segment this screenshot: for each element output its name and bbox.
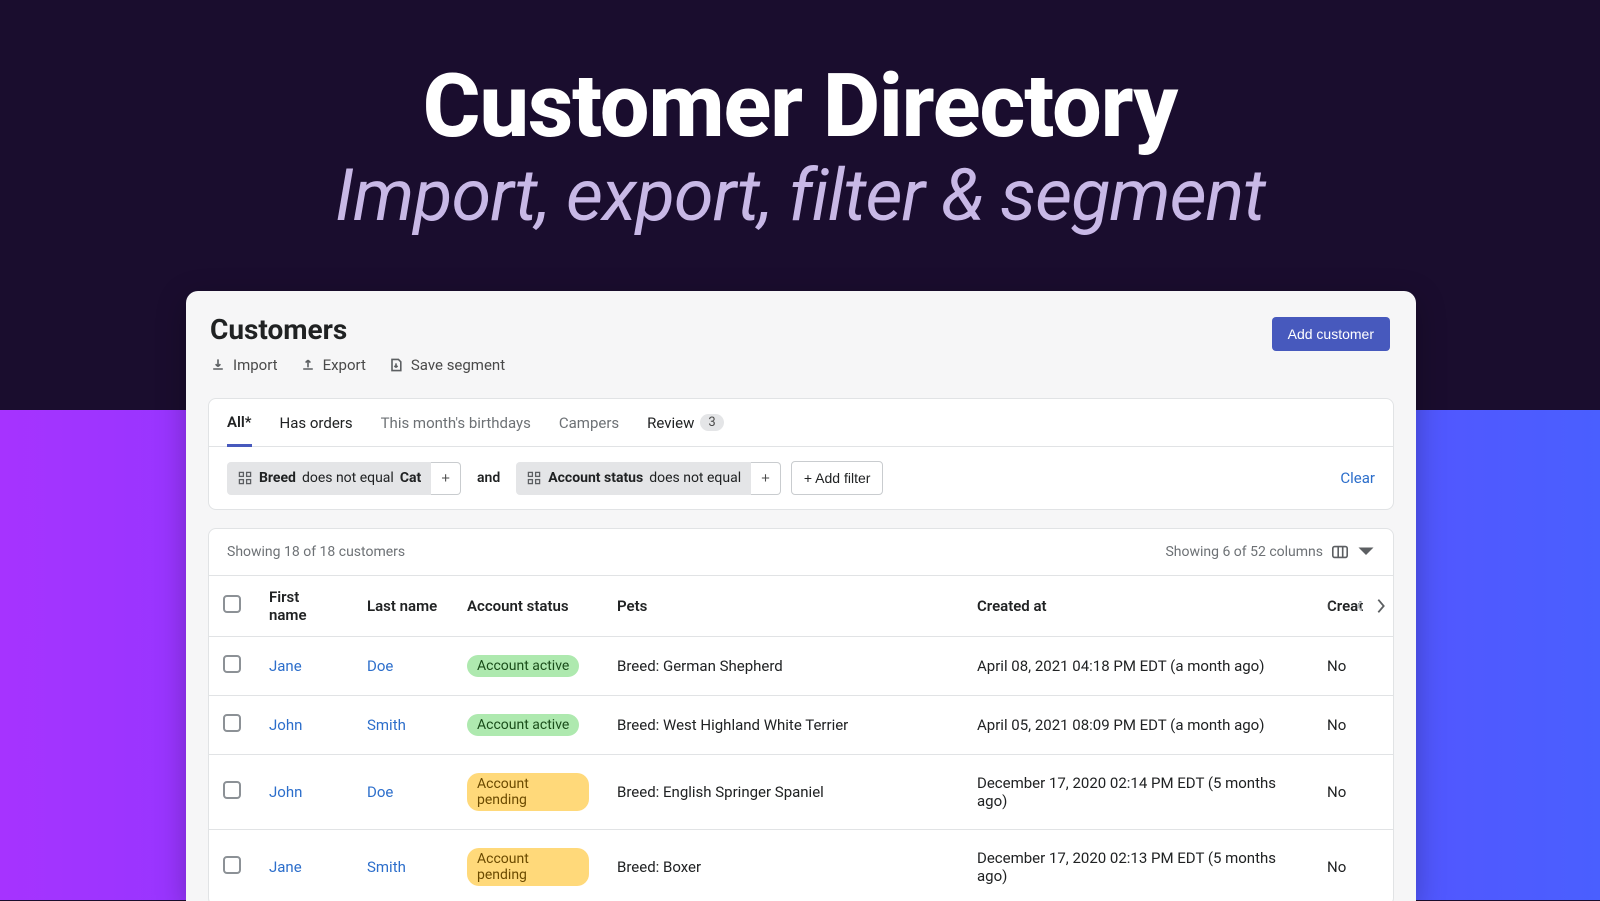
- cell-extra: No: [1313, 755, 1393, 830]
- table-row: JohnDoe Account pending Breed: English Spr…: [209, 755, 1393, 830]
- chip-field: Account status: [548, 470, 643, 486]
- select-all-checkbox[interactable]: [223, 595, 241, 613]
- import-button[interactable]: Import: [210, 356, 278, 374]
- cell-extra: No: [1313, 830, 1393, 901]
- cell-account-status: Account active: [453, 696, 603, 755]
- col-pets[interactable]: Pets: [603, 576, 963, 637]
- app-header: Customers Import Export Save segment Add…: [186, 291, 1416, 384]
- cell-last-name[interactable]: Smith: [353, 696, 453, 755]
- tab-review-label: Review: [647, 414, 694, 432]
- filter-chip-breed-body[interactable]: Breed does not equal Cat: [227, 462, 431, 495]
- chevron-down-icon: [1357, 543, 1375, 561]
- table-row: JohnSmith Account active Breed: West Highl…: [209, 696, 1393, 755]
- cell-pets: Breed: English Springer Spaniel: [603, 755, 963, 830]
- filter-and-label: and: [471, 470, 506, 486]
- status-badge: Account active: [467, 655, 579, 677]
- chip-add-condition[interactable]: +: [751, 462, 781, 495]
- table-row: JaneDoe Account active Breed: German Sheph…: [209, 637, 1393, 696]
- table-header-row: First name Last name Account status Pets…: [209, 576, 1393, 637]
- cell-first-name[interactable]: John: [255, 755, 353, 830]
- cell-account-status: Account pending: [453, 755, 603, 830]
- add-filter-button[interactable]: + Add filter: [791, 461, 884, 495]
- tab-review-count: 3: [700, 414, 723, 431]
- header-actions: Import Export Save segment: [210, 356, 505, 374]
- cell-pets: Breed: West Highland White Terrier: [603, 696, 963, 755]
- filter-panel: All* Has orders This month's birthdays C…: [208, 398, 1394, 510]
- col-last-name[interactable]: Last name: [353, 576, 453, 637]
- save-icon: [388, 357, 404, 373]
- cell-pets: Breed: German Shepherd: [603, 637, 963, 696]
- chip-field: Breed: [259, 470, 296, 486]
- cell-account-status: Account pending: [453, 830, 603, 901]
- row-checkbox[interactable]: [223, 655, 241, 673]
- cell-last-name[interactable]: Doe: [353, 755, 453, 830]
- col-account-status[interactable]: Account status: [453, 576, 603, 637]
- row-checkbox[interactable]: [223, 856, 241, 874]
- filter-chip-account-status-body[interactable]: Account status does not equal: [516, 462, 751, 495]
- col-first-name[interactable]: First name: [255, 576, 353, 637]
- cell-account-status: Account active: [453, 637, 603, 696]
- chip-op: does not equal: [649, 470, 741, 486]
- table-meta-row: Showing 18 of 18 customers Showing 6 of …: [209, 529, 1393, 575]
- col-created-at[interactable]: Created at: [963, 576, 1313, 637]
- row-checkbox[interactable]: [223, 714, 241, 732]
- import-label: Import: [233, 356, 278, 374]
- add-customer-button[interactable]: Add customer: [1272, 317, 1390, 351]
- chip-op: does not equal: [302, 470, 394, 486]
- status-badge: Account active: [467, 714, 579, 736]
- cell-extra: No: [1313, 637, 1393, 696]
- filter-icon: [237, 470, 253, 486]
- download-icon: [210, 357, 226, 373]
- chip-val: Cat: [400, 470, 421, 486]
- page-title: Customers: [210, 313, 505, 346]
- chevron-right-icon[interactable]: [1375, 597, 1387, 615]
- tab-review[interactable]: Review 3: [647, 399, 724, 446]
- table-panel: Showing 18 of 18 customers Showing 6 of …: [208, 528, 1394, 901]
- hero-title: Customer Directory: [0, 55, 1600, 158]
- cell-extra: No: [1313, 696, 1393, 755]
- column-selector[interactable]: Showing 6 of 52 columns: [1165, 543, 1375, 561]
- cell-last-name[interactable]: Doe: [353, 637, 453, 696]
- hero-subtitle: Import, export, filter & segment: [0, 153, 1600, 238]
- customers-table: First name Last name Account status Pets…: [209, 575, 1393, 901]
- cell-first-name[interactable]: John: [255, 696, 353, 755]
- export-label: Export: [323, 356, 366, 374]
- tabs: All* Has orders This month's birthdays C…: [209, 399, 1393, 447]
- columns-icon: [1331, 543, 1349, 561]
- clear-filters-link[interactable]: Clear: [1340, 469, 1375, 487]
- cell-created-at: December 17, 2020 02:14 PM EDT (5 months…: [963, 755, 1313, 830]
- filter-row: Breed does not equal Cat + and Account s…: [209, 447, 1393, 509]
- filter-icon: [526, 470, 542, 486]
- save-segment-button[interactable]: Save segment: [388, 356, 505, 374]
- table-row: JaneSmith Account pending Breed: BoxerDece…: [209, 830, 1393, 901]
- hero: Customer Directory Import, export, filte…: [0, 0, 1600, 238]
- app-card: Customers Import Export Save segment Add…: [186, 291, 1416, 901]
- chip-add-condition[interactable]: +: [431, 462, 461, 495]
- cell-created-at: April 08, 2021 04:18 PM EDT (a month ago…: [963, 637, 1313, 696]
- export-button[interactable]: Export: [300, 356, 366, 374]
- cell-last-name[interactable]: Smith: [353, 830, 453, 901]
- col-overflow[interactable]: Creat: [1313, 576, 1393, 637]
- filter-chip-breed: Breed does not equal Cat +: [227, 462, 461, 495]
- save-segment-label: Save segment: [411, 356, 505, 374]
- row-checkbox[interactable]: [223, 781, 241, 799]
- upload-icon: [300, 357, 316, 373]
- cell-created-at: December 17, 2020 02:13 PM EDT (5 months…: [963, 830, 1313, 901]
- tab-has-orders[interactable]: Has orders: [280, 399, 353, 446]
- showing-cols-label: Showing 6 of 52 columns: [1165, 544, 1323, 560]
- cell-pets: Breed: Boxer: [603, 830, 963, 901]
- tab-all[interactable]: All*: [227, 400, 252, 447]
- status-badge: Account pending: [467, 848, 589, 886]
- cell-first-name[interactable]: Jane: [255, 637, 353, 696]
- chevron-left-icon[interactable]: [1355, 598, 1365, 614]
- tab-campers[interactable]: Campers: [559, 399, 619, 446]
- cell-first-name[interactable]: Jane: [255, 830, 353, 901]
- tab-birthdays[interactable]: This month's birthdays: [381, 399, 531, 446]
- showing-rows-label: Showing 18 of 18 customers: [227, 544, 405, 560]
- filter-chip-account-status: Account status does not equal +: [516, 462, 781, 495]
- status-badge: Account pending: [467, 773, 589, 811]
- cell-created-at: April 05, 2021 08:09 PM EDT (a month ago…: [963, 696, 1313, 755]
